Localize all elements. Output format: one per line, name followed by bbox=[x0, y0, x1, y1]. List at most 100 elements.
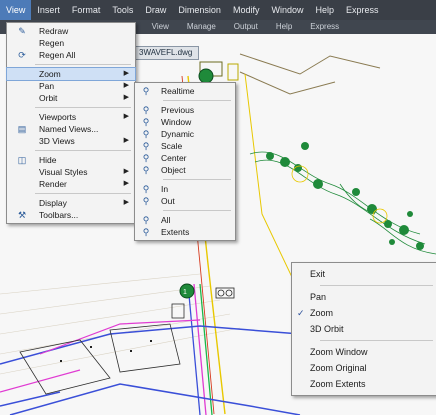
menu-item-label: Extents bbox=[161, 227, 190, 237]
zoom-item-extents[interactable]: ⚲ Extents bbox=[135, 226, 235, 238]
submenu-arrow-icon: ▶ bbox=[123, 168, 129, 175]
menu-separator bbox=[35, 150, 131, 151]
menu-item-label: Zoom Extents bbox=[310, 379, 366, 389]
view-menu-item-orbit[interactable]: Orbit ▶ bbox=[7, 92, 135, 104]
named-views-icon: ▤ bbox=[17, 124, 27, 134]
ribbon-tab-manage[interactable]: Manage bbox=[178, 20, 225, 34]
zoom-realtime-icon: ⚲ bbox=[142, 86, 150, 96]
menu-item-label: Pan bbox=[39, 81, 55, 91]
view-menu-item-render[interactable]: Render ▶ bbox=[7, 178, 135, 190]
menu-item-label: Regen bbox=[39, 38, 65, 48]
submenu-arrow-icon: ▶ bbox=[123, 180, 129, 187]
menu-item-label: Object bbox=[161, 165, 186, 175]
zoom-item-in[interactable]: ⚲ In bbox=[135, 183, 235, 195]
menu-express[interactable]: Express bbox=[340, 0, 385, 20]
view-menu-item-regen[interactable]: Regen bbox=[7, 37, 135, 49]
menu-separator bbox=[163, 210, 231, 211]
menu-item-label: Display bbox=[39, 198, 67, 208]
view-menu-item-3d-views[interactable]: 3D Views ▶ bbox=[7, 135, 135, 147]
menu-item-label: Zoom bbox=[310, 308, 334, 318]
view-menu-item-viewports[interactable]: Viewports ▶ bbox=[7, 111, 135, 123]
menu-dimension[interactable]: Dimension bbox=[172, 0, 227, 20]
zoom-out-icon: ⚲ bbox=[142, 196, 150, 206]
menu-tools[interactable]: Tools bbox=[106, 0, 139, 20]
menu-separator bbox=[163, 100, 231, 101]
menu-item-label: Redraw bbox=[39, 26, 69, 36]
view-menu-item-visual-styles[interactable]: Visual Styles ▶ bbox=[7, 166, 135, 178]
regen-all-icon: ⟳ bbox=[18, 50, 26, 60]
menu-item-label: Viewports bbox=[39, 112, 77, 122]
menu-item-label: Realtime bbox=[161, 86, 195, 96]
zoom-item-out[interactable]: ⚲ Out bbox=[135, 195, 235, 207]
menu-item-label: Hide bbox=[39, 155, 57, 165]
zoom-item-realtime[interactable]: ⚲ Realtime bbox=[135, 85, 235, 97]
menu-item-label: Dynamic bbox=[161, 129, 195, 139]
view-menu-item-pan[interactable]: Pan ▶ bbox=[7, 80, 135, 92]
menu-item-label: Zoom Original bbox=[310, 363, 367, 373]
context-item-pan[interactable]: Pan bbox=[292, 289, 436, 305]
zoom-item-all[interactable]: ⚲ All bbox=[135, 214, 235, 226]
view-menu-item-regen-all[interactable]: ⟳ Regen All bbox=[7, 49, 135, 61]
menu-separator bbox=[35, 64, 131, 65]
menu-item-label: Render bbox=[39, 179, 67, 189]
menu-format[interactable]: Format bbox=[66, 0, 107, 20]
view-menu-item-hide[interactable]: ◫ Hide bbox=[7, 154, 135, 166]
menu-draw[interactable]: Draw bbox=[139, 0, 172, 20]
toolbars-icon: ⚒ bbox=[17, 210, 27, 220]
menu-item-label: Zoom bbox=[39, 69, 61, 79]
zoom-in-icon: ⚲ bbox=[142, 184, 150, 194]
zoom-center-icon: ⚲ bbox=[142, 153, 150, 163]
view-menu-item-display[interactable]: Display ▶ bbox=[7, 197, 135, 209]
view-menu-item-named-views[interactable]: ▤ Named Views... bbox=[7, 123, 135, 135]
menu-help[interactable]: Help bbox=[309, 0, 340, 20]
menu-insert[interactable]: Insert bbox=[31, 0, 66, 20]
zoom-scale-icon: ⚲ bbox=[142, 141, 150, 151]
zoom-all-icon: ⚲ bbox=[142, 215, 150, 225]
context-menu: Exit Pan ✓ Zoom 3D Orbit Zoom Window Zoom Orig… bbox=[291, 262, 436, 396]
zoom-item-center[interactable]: ⚲ Center bbox=[135, 152, 235, 164]
menu-item-label: Window bbox=[161, 117, 192, 127]
menu-item-label: Named Views... bbox=[39, 124, 99, 134]
ribbon-tab-help[interactable]: Help bbox=[267, 20, 301, 34]
view-menu-item-redraw[interactable]: ✎ Redraw bbox=[7, 25, 135, 37]
menu-separator bbox=[35, 107, 131, 108]
view-menu-item-toolbars[interactable]: ⚒ Toolbars... bbox=[7, 209, 135, 221]
checkmark-icon: ✓ bbox=[297, 308, 305, 318]
context-item-zoom-original[interactable]: Zoom Original bbox=[292, 360, 436, 376]
menu-modify[interactable]: Modify bbox=[227, 0, 266, 20]
zoom-window-icon: ⚲ bbox=[142, 117, 150, 127]
hide-icon: ◫ bbox=[17, 155, 27, 165]
menu-item-label: Toolbars... bbox=[39, 210, 79, 220]
menu-item-label: Exit bbox=[310, 269, 326, 279]
menu-item-label: Visual Styles bbox=[39, 167, 88, 177]
context-item-zoom[interactable]: ✓ Zoom bbox=[292, 305, 436, 321]
context-item-zoom-extents[interactable]: Zoom Extents bbox=[292, 376, 436, 392]
context-item-3d-orbit[interactable]: 3D Orbit bbox=[292, 321, 436, 337]
zoom-item-previous[interactable]: ⚲ Previous bbox=[135, 104, 235, 116]
pencil-icon: ✎ bbox=[18, 26, 26, 36]
ribbon-tab-view[interactable]: View bbox=[143, 20, 178, 34]
zoom-previous-icon: ⚲ bbox=[142, 105, 150, 115]
menu-item-label: In bbox=[161, 184, 169, 194]
menu-separator bbox=[163, 179, 231, 180]
zoom-dynamic-icon: ⚲ bbox=[142, 129, 150, 139]
submenu-arrow-icon: ▶ bbox=[123, 70, 129, 77]
context-item-exit[interactable]: Exit bbox=[292, 266, 436, 282]
zoom-item-scale[interactable]: ⚲ Scale bbox=[135, 140, 235, 152]
menu-item-label: 3D Orbit bbox=[310, 324, 344, 334]
submenu-arrow-icon: ▶ bbox=[123, 113, 129, 120]
document-tab[interactable]: 3WAVEFL.dwg bbox=[132, 46, 200, 60]
submenu-arrow-icon: ▶ bbox=[123, 137, 129, 144]
zoom-item-dynamic[interactable]: ⚲ Dynamic bbox=[135, 128, 235, 140]
menu-view[interactable]: View bbox=[0, 0, 32, 20]
submenu-arrow-icon: ▶ bbox=[123, 199, 129, 206]
view-menu-item-zoom[interactable]: Zoom ▶ bbox=[6, 67, 136, 81]
context-item-zoom-window[interactable]: Zoom Window bbox=[292, 344, 436, 360]
zoom-object-icon: ⚲ bbox=[142, 165, 150, 175]
menu-item-label: Zoom Window bbox=[310, 347, 368, 357]
menu-window[interactable]: Window bbox=[265, 0, 309, 20]
ribbon-tab-output[interactable]: Output bbox=[225, 20, 267, 34]
ribbon-tab-express[interactable]: Express bbox=[301, 20, 348, 34]
zoom-item-object[interactable]: ⚲ Object bbox=[135, 164, 235, 176]
zoom-item-window[interactable]: ⚲ Window bbox=[135, 116, 235, 128]
